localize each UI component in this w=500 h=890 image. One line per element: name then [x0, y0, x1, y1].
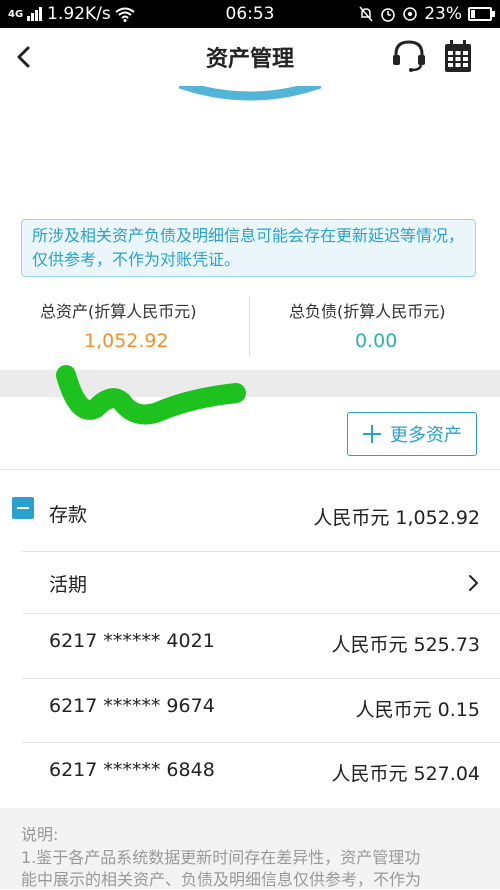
account-number[interactable]: 6217 ****** 4021	[49, 630, 215, 652]
status-right: 23%	[358, 4, 495, 24]
calendar-button[interactable]	[442, 38, 474, 74]
divider	[22, 678, 500, 679]
disclaimer-notice: 所涉及相关资产负债及明细信息可能会存在更新延迟等情况，仅供参考，不作为对账凭证。	[21, 219, 476, 277]
footer-notes: 说明: 1.鉴于各产品系统数据更新时间存在差异性，资产管理功 能中展示的相关资产…	[0, 808, 500, 889]
divider	[22, 613, 500, 614]
status-bar: 4G 1.92K/s 06:53 23%	[0, 0, 500, 28]
more-assets-label: 更多资产	[390, 425, 462, 446]
customer-service-button[interactable]	[390, 38, 428, 74]
more-assets-button[interactable]: 更多资产	[347, 412, 477, 456]
divider	[22, 742, 500, 743]
demand-deposit-row-chevron[interactable]	[468, 573, 480, 597]
alarm-icon	[381, 8, 395, 22]
green-scribble	[56, 365, 246, 425]
notes-line: 能中展示的相关资产、负债及明细信息仅供参考，不作为	[21, 870, 422, 889]
demand-deposit-label[interactable]: 活期	[49, 570, 87, 597]
account-balance: 人民币元 0.15	[355, 699, 480, 721]
deposit-total: 人民币元 1,052.92	[313, 507, 480, 529]
battery-percent: 23%	[424, 4, 462, 24]
summary-divider	[249, 296, 250, 356]
total-assets-value: 1,052.92	[84, 330, 169, 352]
sync-icon	[403, 7, 417, 21]
account-number[interactable]: 6217 ****** 9674	[49, 695, 215, 717]
chevron-right-icon	[469, 575, 478, 591]
total-assets-label: 总资产(折算人民币元)	[40, 302, 197, 321]
account-balance: 人民币元 525.73	[331, 634, 480, 656]
calendar-icon	[445, 40, 471, 72]
account-balance: 人民币元 527.04	[331, 763, 480, 785]
nav-bar: 资产管理	[0, 28, 500, 86]
notes-line: 1.鉴于各产品系统数据更新时间存在差异性，资产管理功	[21, 848, 421, 867]
notes-heading: 说明:	[21, 825, 59, 844]
divider	[22, 551, 500, 552]
divider	[0, 469, 500, 470]
headset-icon	[393, 40, 425, 72]
deposit-title[interactable]: 存款	[49, 500, 87, 527]
account-number[interactable]: 6217 ****** 6848	[49, 759, 215, 781]
total-liabilities-label: 总负债(折算人民币元)	[289, 302, 446, 321]
ring-arc	[178, 86, 322, 101]
minus-square-icon[interactable]	[12, 497, 34, 519]
plus-icon	[363, 425, 381, 443]
asset-ring-chart	[0, 86, 500, 106]
mute-bell-icon	[359, 6, 373, 22]
total-liabilities-value: 0.00	[355, 330, 398, 352]
battery-icon	[468, 7, 495, 21]
